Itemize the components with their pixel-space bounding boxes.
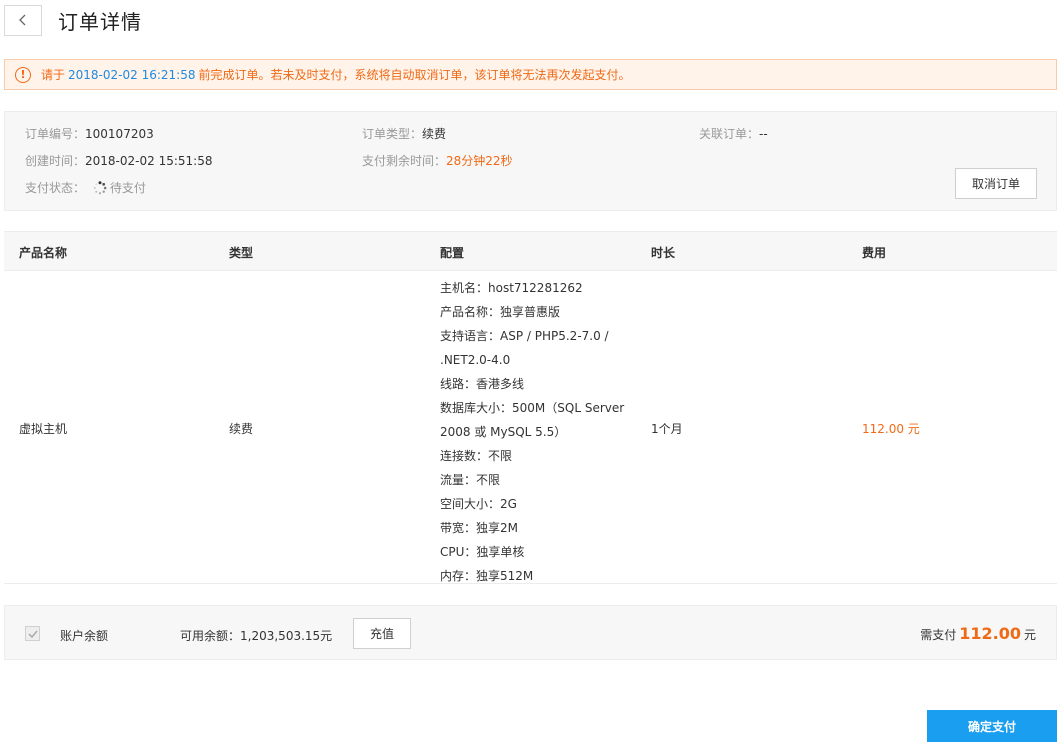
payment-bar: 账户余额 可用余额：1,203,503.15元 充值 需支付 112.00 元 xyxy=(4,605,1057,660)
config-line: 产品名称：独享普惠版 xyxy=(440,305,561,319)
notice-deadline: 2018-02-02 16:21:58 xyxy=(68,67,196,82)
col-header-fee: 费用 xyxy=(862,246,887,260)
col-header-product: 产品名称 xyxy=(19,246,68,260)
config-line: 线路：香港多线 xyxy=(440,377,525,391)
created-time: 创建时间：2018-02-02 15:51:58 xyxy=(25,154,213,168)
check-icon xyxy=(27,630,38,638)
order-detail-page: 订单详情 ! 请于 2018-02-02 16:21:58 前完成订单。若未及时… xyxy=(0,0,1062,747)
config-line: 连接数：不限 xyxy=(440,449,513,463)
config-line: 主机名：host712281262 xyxy=(440,281,583,295)
cell-config: 主机名：host712281262 产品名称：独享普惠版 支持语言：ASP / … xyxy=(440,276,630,588)
spinner-icon xyxy=(93,181,107,195)
cell-duration: 1个月 xyxy=(651,422,683,436)
account-balance-label: 账户余额 xyxy=(60,629,109,643)
available-balance: 可用余额：1,203,503.15元 xyxy=(180,629,333,643)
remaining-time: 支付剩余时间：28分钟22秒 xyxy=(362,154,513,168)
order-type: 订单类型：续费 xyxy=(362,127,447,141)
config-line: 内存：独享512M xyxy=(440,569,534,583)
config-line: 支持语言：ASP / PHP5.2-7.0 / xyxy=(440,329,609,343)
order-number: 订单编号：100107203 xyxy=(25,127,154,141)
chevron-left-icon xyxy=(19,14,26,26)
due-amount: 112.00 xyxy=(959,624,1021,643)
config-line: 数据库大小：500M（SQL Server xyxy=(440,401,625,415)
page-title: 订单详情 xyxy=(58,9,142,34)
back-button[interactable] xyxy=(4,4,42,36)
config-line: 空间大小：2G xyxy=(440,497,517,511)
cancel-order-button[interactable]: 取消订单 xyxy=(955,168,1037,199)
payment-status: 支付状态： 待支付 xyxy=(25,181,146,195)
page-header: 订单详情 xyxy=(4,4,142,36)
col-header-type: 类型 xyxy=(229,246,254,260)
notice-suffix: 前完成订单。若未及时支付，系统将自动取消订单，该订单将无法再次发起支付。 xyxy=(198,68,631,82)
config-line: 流量：不限 xyxy=(440,473,501,487)
col-header-duration: 时长 xyxy=(651,246,676,260)
payment-deadline-notice: ! 请于 2018-02-02 16:21:58 前完成订单。若未及时支付，系统… xyxy=(4,59,1057,90)
product-table: 产品名称 类型 配置 时长 费用 虚拟主机 续费 主机名：host7122812… xyxy=(4,231,1057,584)
order-info-panel: 订单编号：100107203 订单类型：续费 关联订单：-- 创建时间：2018… xyxy=(4,111,1057,211)
warning-circle-icon: ! xyxy=(15,66,31,83)
col-header-config: 配置 xyxy=(440,246,465,260)
table-row: 虚拟主机 续费 主机名：host712281262 产品名称：独享普惠版 支持语… xyxy=(4,271,1057,584)
table-header: 产品名称 类型 配置 时长 费用 xyxy=(4,231,1057,271)
config-line: 带宽：独享2M xyxy=(440,521,518,535)
notice-prefix: 请于 xyxy=(41,68,66,82)
confirm-payment-button[interactable]: 确定支付 xyxy=(927,710,1057,742)
related-order: 关联订单：-- xyxy=(699,127,768,141)
config-line: .NET2.0-4.0 xyxy=(440,353,511,367)
recharge-button[interactable]: 充值 xyxy=(353,618,411,649)
config-line: 2008 或 MySQL 5.5） xyxy=(440,425,567,439)
config-line: CPU：独享单核 xyxy=(440,545,525,559)
cell-fee: 112.00 元 xyxy=(862,422,920,436)
cell-type: 续费 xyxy=(229,422,254,436)
cell-product: 虚拟主机 xyxy=(19,422,68,436)
amount-due: 需支付 112.00 元 xyxy=(920,624,1036,643)
account-balance-checkbox[interactable] xyxy=(25,626,40,641)
